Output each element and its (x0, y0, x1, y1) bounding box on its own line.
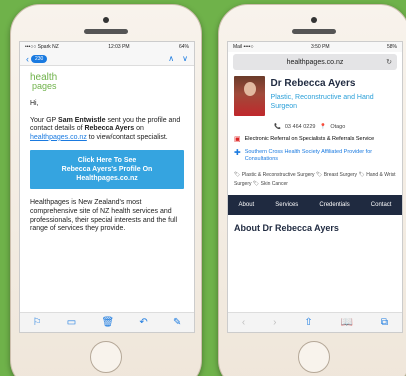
tag-icon: 🏷 (358, 172, 365, 178)
email-body: health pages Hi, Your GP Sam Entwistle s… (20, 66, 194, 242)
tab-services[interactable]: Services (275, 202, 298, 208)
camera-dot (311, 17, 317, 23)
greeting: Hi, (30, 100, 39, 107)
phone-number[interactable]: 03 464 0229 (285, 124, 316, 130)
carrier: •••○○ Spark NZ (25, 44, 59, 50)
share-icon[interactable]: ⇧ (304, 317, 312, 328)
contact-line: 📞 03 464 0229 📍 Otago (274, 124, 396, 130)
battery: 58% (386, 44, 397, 50)
chevron-left-icon: ‹ (26, 53, 29, 64)
referral-icon: ▣ (234, 136, 241, 143)
tab-about[interactable]: About (239, 202, 255, 208)
tag[interactable]: Skin Cancer (261, 181, 288, 187)
specialist-name: Rebecca Ayers (84, 125, 135, 133)
location-pin-icon: 📍 (319, 124, 327, 130)
healthpages-logo: health pages (30, 72, 58, 91)
battery: 64% (178, 44, 189, 50)
back-to-inbox-button[interactable]: ‹ 230 (26, 53, 48, 64)
right-phone: Mail ••••○ 3:50 PM 58% healthpages.co.nz… (218, 4, 406, 376)
tag-icon: 🏷 (315, 172, 323, 178)
unread-count-badge: 230 (31, 54, 48, 63)
tabs-icon[interactable]: ⧉ (381, 317, 388, 328)
profile-name: Dr Rebecca Ayers (270, 78, 356, 89)
mail-screen: •••○○ Spark NZ 12:03 PM 64% ‹ 230 ∧ ∨ he… (19, 41, 195, 333)
intro-paragraph: Your GP Sam Entwistle sent you the profi… (30, 116, 181, 141)
profile-header: Dr Rebecca Ayers Plastic, Reconstructive… (234, 76, 396, 116)
healthpages-link[interactable]: healthpages.co.nz (30, 134, 87, 141)
camera-dot (103, 17, 109, 23)
reload-icon[interactable]: ↻ (386, 58, 392, 66)
profile-title: Plastic, Reconstructive and Hand Surgeon (270, 94, 374, 110)
time: 12:03 PM (108, 44, 130, 50)
home-button[interactable] (298, 341, 330, 373)
phone-icon: 📞 (274, 124, 281, 130)
back-icon[interactable]: ‹ (242, 317, 245, 328)
tag-icon: 🏷 (234, 172, 241, 178)
mail-toolbar: ⚐ ▭ 🗑 ↶ ✎ (20, 312, 194, 332)
browser-screen: Mail ••••○ 3:50 PM 58% healthpages.co.nz… (227, 41, 403, 333)
flag-icon[interactable]: ⚐ (33, 317, 42, 328)
view-profile-button[interactable]: Click Here To See Rebecca Ayers's Profil… (30, 150, 184, 190)
home-button[interactable] (90, 341, 122, 373)
chevron-down-icon[interactable]: ∨ (182, 54, 188, 63)
compose-icon[interactable]: ✎ (173, 317, 181, 328)
mail-nav-bar: ‹ 230 ∧ ∨ (20, 52, 194, 66)
message-nav-arrows: ∧ ∨ (168, 54, 188, 63)
gp-name: Sam Entwistle (58, 116, 106, 124)
status-bar: •••○○ Spark NZ 12:03 PM 64% (20, 42, 194, 52)
speaker-grille (292, 29, 336, 34)
affiliation-item[interactable]: ✚ Southern Cross Health Society Affiliat… (234, 149, 396, 163)
avatar (234, 76, 265, 116)
tag[interactable]: Plastic & Reconstructive Surgery (242, 172, 315, 178)
forward-icon[interactable]: › (273, 317, 276, 328)
time: 3:50 PM (310, 44, 330, 50)
about-heading: About Dr Rebecca Ayers (234, 223, 339, 233)
address-bar[interactable]: healthpages.co.nz ↻ (233, 54, 397, 70)
tag-icon: 🏷 (252, 181, 260, 187)
url-text: healthpages.co.nz (286, 58, 344, 66)
speaker-grille (84, 29, 128, 34)
status-bar: Mail ••••○ 3:50 PM 58% (228, 42, 402, 52)
browser-toolbar: ‹ › ⇧ 📖 ⧉ (228, 312, 402, 332)
location: Otago (330, 124, 346, 130)
trash-icon[interactable]: 🗑 (101, 317, 114, 328)
reply-icon[interactable]: ↶ (139, 317, 147, 328)
carrier: Mail ••••○ (233, 44, 254, 50)
specialty-tags: 🏷 Plastic & Reconstructive Surgery 🏷 Bre… (234, 171, 396, 189)
chevron-up-icon[interactable]: ∧ (168, 54, 174, 63)
tag[interactable]: Breast Surgery (324, 172, 357, 178)
bookmarks-icon[interactable]: 📖 (341, 317, 353, 328)
profile-tabs: About Services Credentials Contact (228, 195, 402, 215)
profile-section: Dr Rebecca Ayers Plastic, Reconstructive… (228, 70, 402, 189)
tab-credentials[interactable]: Credentials (319, 202, 349, 208)
tab-contact[interactable]: Contact (371, 202, 392, 208)
southern-cross-icon: ✚ (234, 148, 241, 157)
about-paragraph: Healthpages is New Zealand's most compre… (30, 199, 178, 233)
folder-icon[interactable]: ▭ (67, 317, 76, 328)
referral-item[interactable]: ▣ Electronic Referral on Specialists & R… (234, 136, 396, 143)
left-phone: •••○○ Spark NZ 12:03 PM 64% ‹ 230 ∧ ∨ he… (10, 4, 202, 376)
